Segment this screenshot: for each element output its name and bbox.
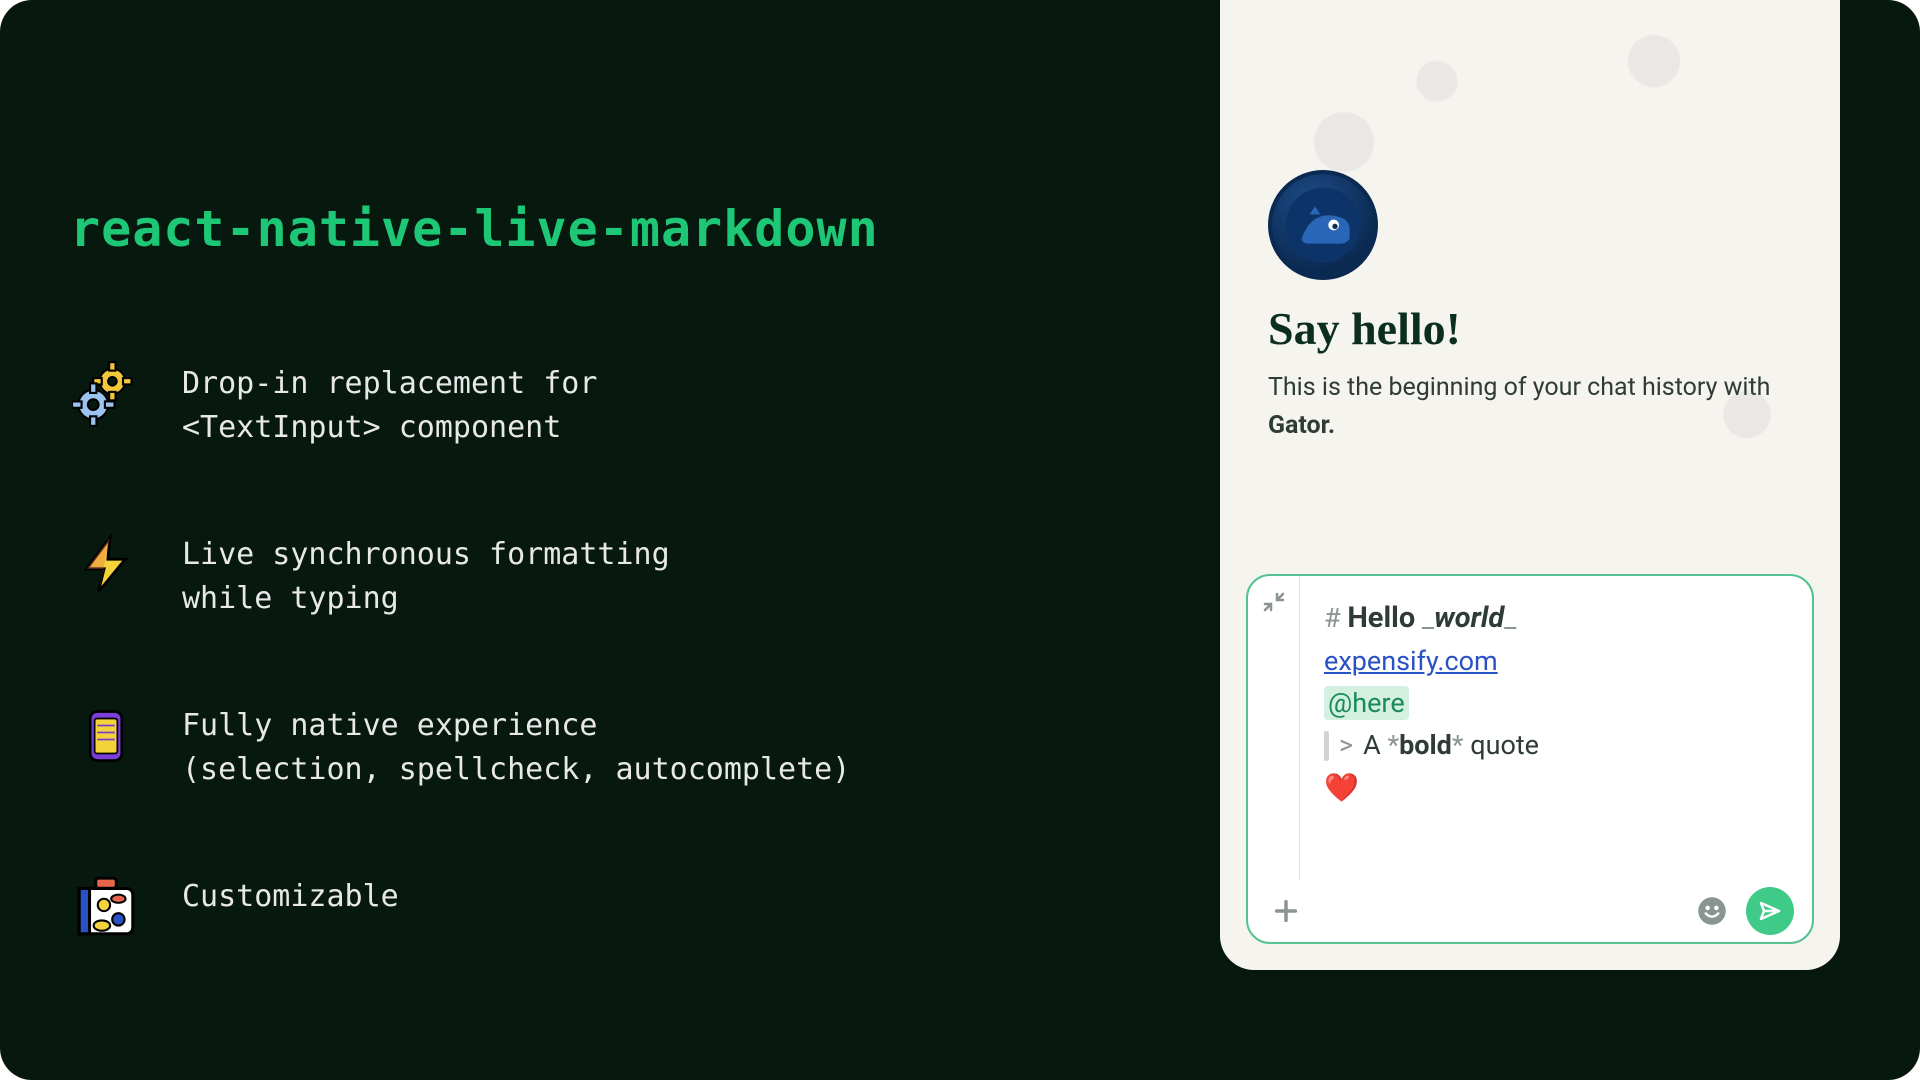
phone-icon <box>70 700 142 772</box>
markdown-hash: # <box>1324 602 1341 634</box>
composer-gutter <box>1248 576 1300 880</box>
feature-list: Drop-in replacement for <TextInput> comp… <box>70 358 1140 943</box>
chat-header: Say hello! This is the beginning of your… <box>1220 0 1840 444</box>
emoji-button[interactable] <box>1692 891 1732 931</box>
markdown-blockquote-marker: > <box>1339 725 1353 767</box>
avatar[interactable] <box>1268 170 1378 280</box>
markdown-underscore: _ <box>1504 602 1516 634</box>
composer-container: # Hello _world_ expensify.com @here <box>1220 548 1840 970</box>
left-column: react-native-live-markdown <box>0 0 1180 1080</box>
lightning-icon <box>70 529 142 601</box>
markdown-star: * <box>1387 729 1399 761</box>
feature-item: Customizable <box>70 871 1140 943</box>
quote-bar <box>1324 731 1329 761</box>
chat-subtitle-prefix: This is the beginning of your chat histo… <box>1268 373 1770 402</box>
page-title: react-native-live-markdown <box>70 200 1140 258</box>
composer-footer <box>1248 880 1812 942</box>
composer-input[interactable]: # Hello _world_ expensify.com @here <box>1300 576 1563 880</box>
suitcase-icon <box>70 871 142 943</box>
feature-item: Drop-in replacement for <TextInput> comp… <box>70 358 1140 449</box>
gears-icon <box>70 358 142 430</box>
feature-item: Live synchronous formatting while typing <box>70 529 1140 620</box>
markdown-italic: world <box>1434 601 1504 635</box>
hero-panel: react-native-live-markdown <box>0 0 1920 1080</box>
feature-item: Fully native experience (selection, spel… <box>70 700 1140 791</box>
add-attachment-button[interactable] <box>1266 891 1306 931</box>
chat-subtitle: This is the beginning of your chat histo… <box>1268 369 1792 444</box>
composer: # Hello _world_ expensify.com @here <box>1246 574 1814 944</box>
markdown-h1: Hello <box>1347 601 1415 635</box>
markdown-star: * <box>1452 729 1464 761</box>
feature-text: Customizable <box>182 871 399 919</box>
markdown-text: quote <box>1470 729 1539 761</box>
phone-mockup: Say hello! This is the beginning of your… <box>1220 0 1840 970</box>
send-button[interactable] <box>1746 887 1794 935</box>
markdown-underscore: _ <box>1422 602 1434 634</box>
markdown-bold: bold <box>1399 729 1452 761</box>
feature-text: Fully native experience (selection, spel… <box>182 700 850 791</box>
chat-title: Say hello! <box>1268 302 1792 355</box>
markdown-text: A <box>1363 729 1381 761</box>
feature-text: Live synchronous formatting while typing <box>182 529 670 620</box>
heart-emoji: ❤️ <box>1324 771 1359 804</box>
markdown-link[interactable]: expensify.com <box>1324 645 1498 677</box>
markdown-mention[interactable]: @here <box>1324 686 1409 720</box>
collapse-icon[interactable] <box>1262 590 1286 880</box>
feature-text: Drop-in replacement for <TextInput> comp… <box>182 358 597 449</box>
chat-subtitle-name: Gator. <box>1268 411 1335 440</box>
